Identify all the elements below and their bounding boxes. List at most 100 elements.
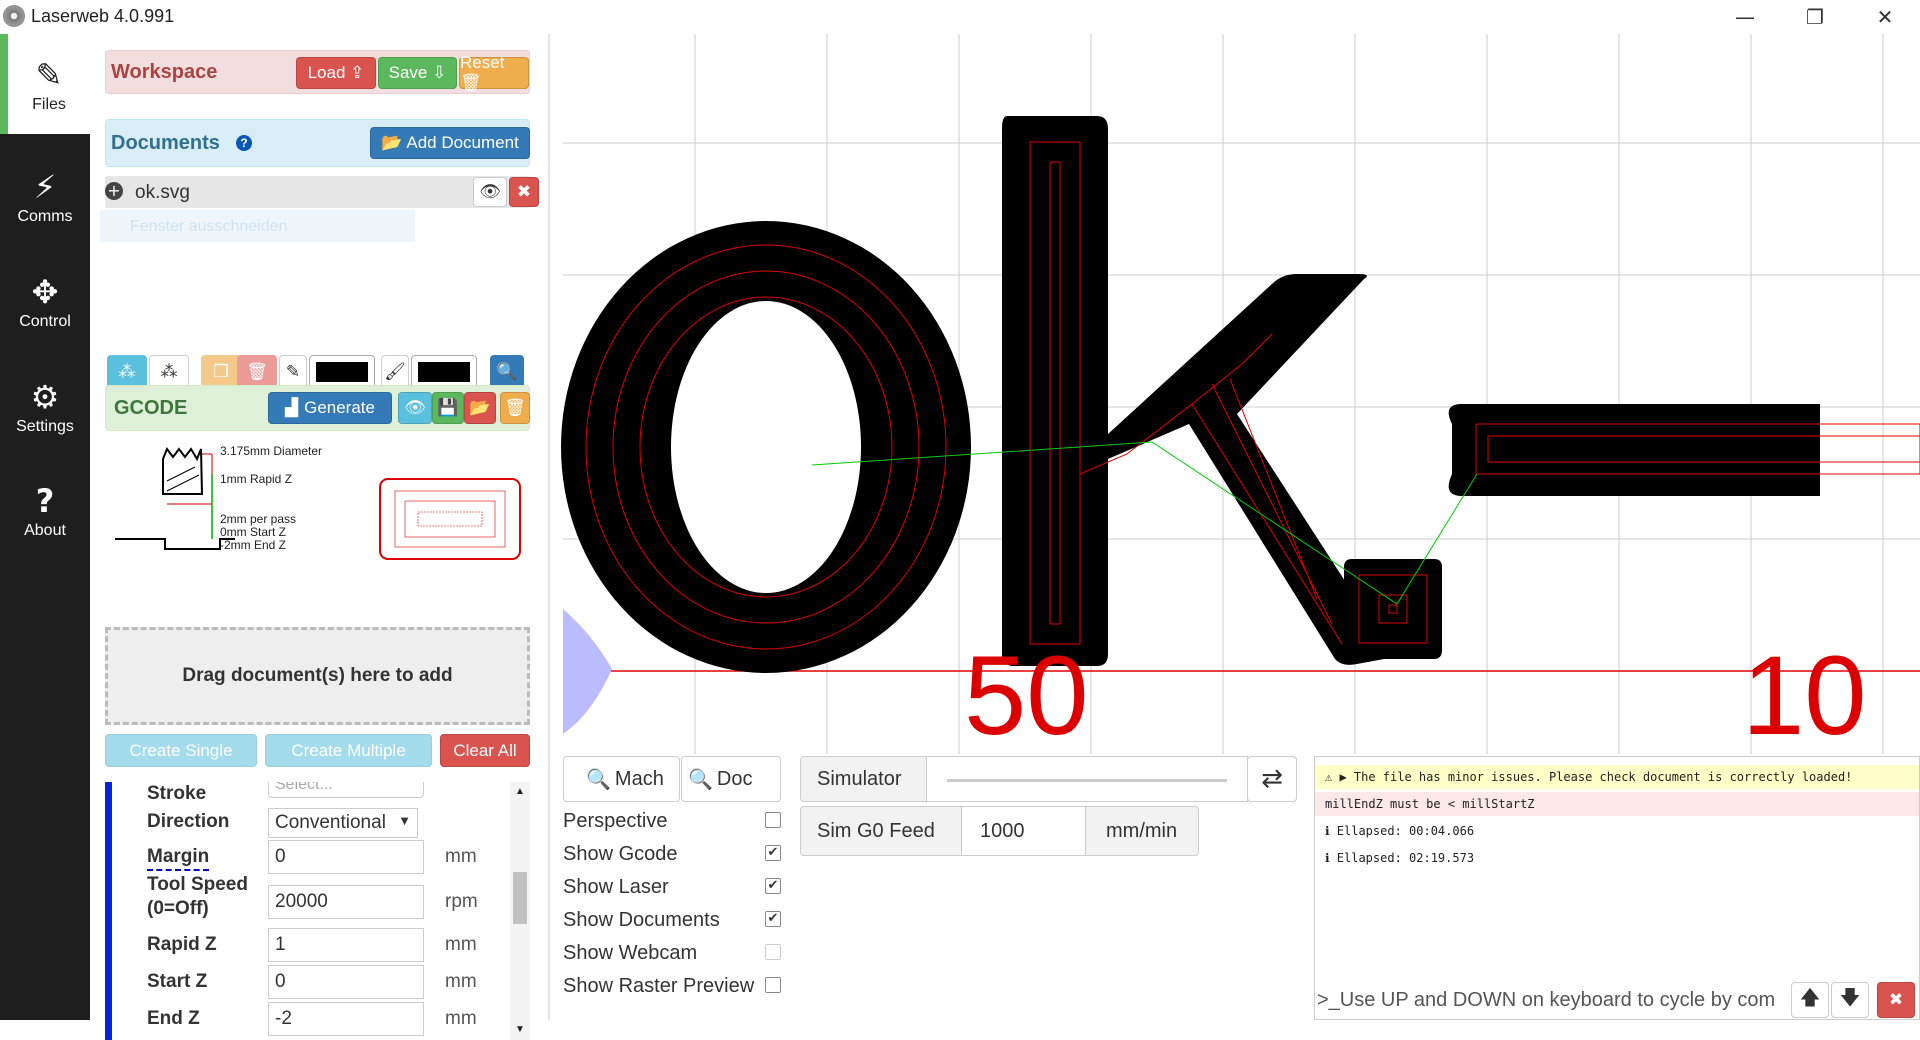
properties-scrollbar[interactable]: ▲ ▼: [510, 782, 530, 1040]
add-document-button[interactable]: 📂 Add Document: [370, 127, 530, 159]
view-gcode-icon[interactable]: 👁: [398, 392, 432, 424]
laser-cursor-shape: [563, 609, 612, 734]
startz-unit: mm: [445, 971, 477, 992]
startz-label: Start Z: [147, 971, 208, 992]
simulator-slider[interactable]: [926, 756, 1248, 802]
window-title: Laserweb 4.0.991: [31, 6, 175, 26]
sim-feed-label: Sim G0 Feed: [800, 806, 962, 856]
fill-color-swatch[interactable]: [411, 355, 477, 389]
scroll-thumb[interactable]: [513, 872, 527, 924]
show-raster-checkbox[interactable]: [765, 977, 781, 993]
clear-gcode-icon[interactable]: 🗑: [500, 392, 530, 424]
operation-properties: Stroke Select... Direction Conventional ▼…: [105, 782, 530, 1040]
scroll-down-icon[interactable]: ▼: [515, 1024, 525, 1035]
generate-label: Generate: [304, 398, 375, 417]
open-gcode-icon[interactable]: 📂: [464, 392, 496, 424]
console-panel: ⚠ ▶ The file has minor issues. Please ch…: [1314, 756, 1920, 1020]
margin-input[interactable]: 0: [268, 840, 424, 874]
generate-button[interactable]: ▟ Generate: [268, 392, 392, 424]
trash-icon[interactable]: 🗑: [237, 355, 277, 389]
show-documents-checkbox[interactable]: ✔: [765, 911, 781, 927]
show-laser-checkbox[interactable]: ✔: [765, 878, 781, 894]
arrow-down-icon[interactable]: 🡇: [1831, 982, 1869, 1018]
scroll-up-icon[interactable]: ▲: [515, 786, 525, 797]
tool-diagram-graphic: [115, 446, 521, 560]
direction-value: Conventional: [275, 812, 386, 833]
mach-button[interactable]: 🔍 Mach: [563, 756, 680, 802]
help-icon[interactable]: ?: [236, 135, 252, 151]
drag-ghost-text: Fenster ausschneiden: [100, 210, 415, 242]
nav-label: Comms: [17, 208, 73, 225]
tool-speed-label: Tool Speed (0=Off): [147, 874, 248, 919]
perspective-checkbox[interactable]: [765, 812, 781, 828]
doc-button[interactable]: 🔍 Doc: [681, 756, 781, 802]
nav-control[interactable]: ✥ Control: [0, 251, 90, 351]
workspace-header: Workspace Load ⇪ Save ⇩ Reset 🗑: [105, 50, 530, 94]
plug-icon: ⚡: [33, 168, 57, 206]
show-documents-label: Show Documents: [563, 909, 720, 931]
create-single-button[interactable]: Create Single: [105, 734, 257, 767]
remove-document-button[interactable]: ✖: [509, 177, 539, 207]
stroke-select[interactable]: Select...: [268, 782, 424, 798]
nav-label: Control: [19, 313, 71, 330]
files-panel: Workspace Load ⇪ Save ⇩ Reset 🗑 Document…: [90, 34, 550, 1040]
app-icon: [3, 5, 25, 27]
nav-comms[interactable]: ⚡ Comms: [0, 146, 90, 246]
sim-feed-input[interactable]: 1000: [961, 806, 1086, 856]
console-error: millEndZ must be < millStartZ: [1315, 792, 1919, 816]
tool-speed-input[interactable]: 20000: [268, 885, 424, 919]
nav-settings[interactable]: ⚙ Settings: [0, 356, 90, 456]
search-icon[interactable]: 🔍: [490, 355, 524, 389]
rapidz-label: Rapid Z: [147, 934, 217, 955]
load-button[interactable]: Load ⇪: [296, 57, 376, 89]
copy-icon[interactable]: ❐: [201, 355, 241, 389]
eye-icon[interactable]: 👁: [473, 177, 507, 207]
edit-icon: ✎: [35, 56, 63, 94]
show-gcode-checkbox[interactable]: ✔: [765, 845, 781, 861]
startz-input[interactable]: 0: [268, 965, 424, 999]
show-raster-label: Show Raster Preview: [563, 975, 755, 997]
endz-input[interactable]: -2: [268, 1002, 424, 1036]
minimize-button[interactable]: —: [1710, 0, 1780, 34]
document-row[interactable]: + ok.svg 👁 ✖: [105, 176, 539, 208]
margin-label: Margin: [147, 845, 210, 871]
nav-about[interactable]: ? About: [0, 460, 90, 560]
show-webcam-checkbox[interactable]: [765, 944, 781, 960]
nav-label: About: [24, 522, 66, 539]
close-window-button[interactable]: ✕: [1850, 0, 1920, 34]
create-multiple-button[interactable]: Create Multiple: [265, 734, 432, 767]
reset-button[interactable]: Reset 🗑: [459, 53, 529, 92]
console-warning: ⚠ ▶ The file has minor issues. Please ch…: [1315, 765, 1919, 789]
save-button[interactable]: Save ⇩: [378, 57, 457, 89]
chart-icon: ▟: [285, 398, 299, 417]
simulator-label: Simulator: [800, 756, 927, 802]
stroke-color-swatch[interactable]: [309, 355, 375, 389]
expand-icon[interactable]: +: [105, 182, 123, 200]
search-icon: 🔍: [688, 767, 713, 791]
clear-console-button[interactable]: ✖: [1877, 982, 1915, 1018]
title-bar: Laserweb 4.0.991 — ❐ ✕: [0, 0, 1920, 34]
restore-button[interactable]: ❐: [1780, 0, 1850, 34]
document-name: ok.svg: [135, 182, 190, 203]
mach-label: Mach: [614, 767, 664, 790]
margin-unit: mm: [445, 846, 477, 867]
rapidz-label: 1mm Rapid Z: [220, 472, 293, 486]
sidebar: ✎ Files ⚡ Comms ✥ Control ⚙ Settings ? About: [0, 34, 90, 1020]
deselect-icon[interactable]: ⁂: [149, 355, 189, 389]
console-log-1: ℹ Ellapsed: 00:04.066: [1325, 824, 1475, 838]
direction-label: Direction: [147, 811, 230, 832]
document-dropzone[interactable]: Drag document(s) here to add: [105, 627, 530, 725]
nav-files[interactable]: ✎ Files: [0, 34, 90, 134]
select-all-icon[interactable]: ⁂: [107, 355, 147, 389]
console-input[interactable]: >_Use UP and DOWN on keyboard to cycle b…: [1315, 982, 1785, 1018]
arrow-up-icon[interactable]: 🡅: [1791, 982, 1829, 1018]
rapidz-input[interactable]: 1: [268, 928, 424, 962]
direction-select[interactable]: Conventional ▼: [268, 808, 418, 838]
swap-icon[interactable]: ⇄: [1247, 756, 1297, 802]
workspace-title: Workspace: [111, 61, 218, 83]
clear-all-button[interactable]: Clear All: [440, 734, 530, 767]
show-laser-label: Show Laser: [563, 876, 669, 898]
show-webcam-label: Show Webcam: [563, 942, 698, 964]
save-gcode-icon[interactable]: 💾: [432, 392, 464, 424]
documents-header: Documents ? 📂 Add Document: [105, 119, 530, 167]
